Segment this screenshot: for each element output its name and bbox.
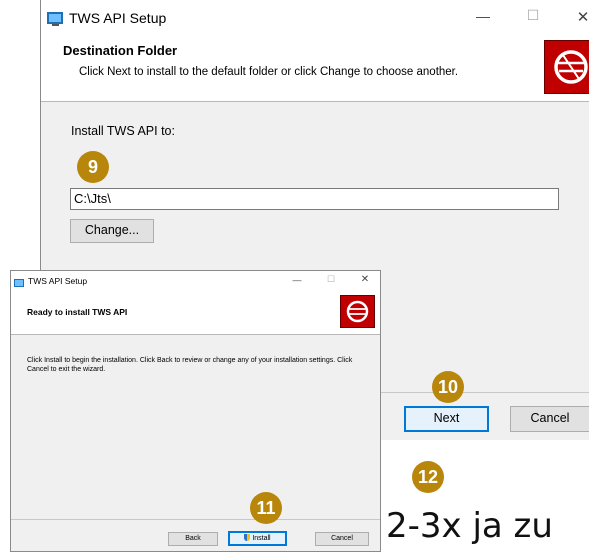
install-button-label: Install xyxy=(252,535,271,542)
maximize-button[interactable]: ☐ xyxy=(323,274,339,285)
ready-to-install-dialog: TWS API Setup — ☐ ✕ Ready to install TWS… xyxy=(10,270,381,552)
header-title: Ready to install TWS API xyxy=(27,307,128,317)
cancel-button-label: Cancel xyxy=(530,411,570,425)
cancel-button[interactable]: Cancel xyxy=(510,406,589,432)
window-title: TWS API Setup xyxy=(69,10,167,26)
shield-icon xyxy=(244,534,251,541)
maximize-button[interactable]: ☐ xyxy=(521,7,545,24)
install-button[interactable]: Install xyxy=(228,531,287,546)
back-button[interactable]: Back xyxy=(168,532,218,546)
setup-logo xyxy=(544,40,589,94)
step-badge-10: 10 xyxy=(432,371,464,403)
back-button-label: Back xyxy=(185,535,201,542)
window-title: TWS API Setup xyxy=(28,276,88,286)
setup-logo xyxy=(340,295,375,328)
close-button[interactable]: ✕ xyxy=(357,274,373,285)
header-subtitle: Click Next to install to the default fol… xyxy=(79,66,459,78)
install-path-input[interactable]: C:\Jts\ xyxy=(70,188,559,210)
step-badge-9: 9 xyxy=(77,151,109,183)
dialog-header: Ready to install TWS API xyxy=(11,291,380,335)
next-button[interactable]: Next xyxy=(404,406,489,432)
cancel-button[interactable]: Cancel xyxy=(315,532,369,546)
footer-separator xyxy=(11,519,380,520)
step-badge-11: 11 xyxy=(250,492,282,524)
header-title: Destination Folder xyxy=(63,43,178,58)
instructions-text: Click Install to begin the installation.… xyxy=(27,357,353,373)
title-bar: TWS API Setup — ☐ ✕ xyxy=(11,271,380,291)
step-badge-12: 12 xyxy=(412,461,444,493)
install-location-label: Install TWS API to: xyxy=(71,124,175,138)
minimize-button[interactable]: — xyxy=(471,8,495,24)
change-button-label: Change... xyxy=(84,223,140,237)
repeat-note: 2-3x ja zu xyxy=(386,506,553,546)
dialog-header: Destination Folder Click Next to install… xyxy=(41,38,589,102)
close-button[interactable]: ✕ xyxy=(571,8,589,26)
title-bar: TWS API Setup — ☐ ✕ xyxy=(41,0,589,39)
minimize-button[interactable]: — xyxy=(289,275,305,285)
setup-app-icon xyxy=(47,11,65,32)
next-button-label: Next xyxy=(433,411,460,425)
cancel-button-label: Cancel xyxy=(331,535,353,542)
change-button[interactable]: Change... xyxy=(70,219,154,243)
